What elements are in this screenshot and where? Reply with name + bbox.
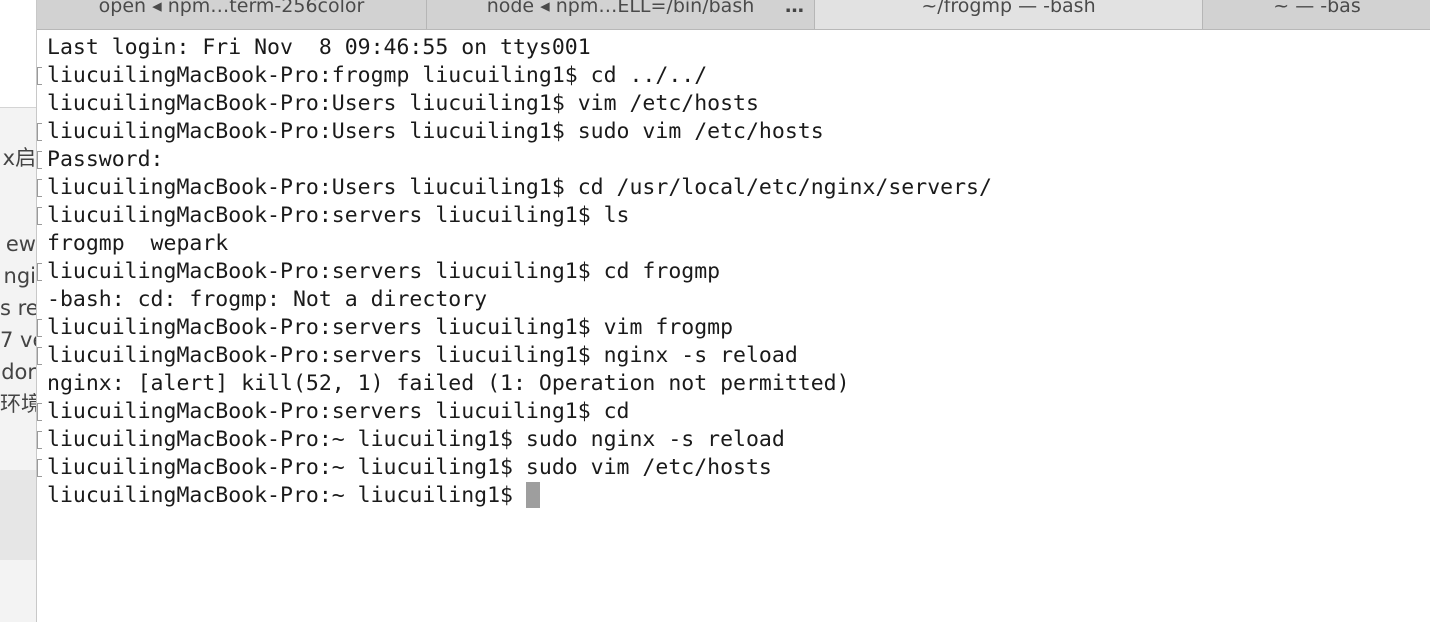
- tab-label: ~ — -bas: [1273, 0, 1361, 17]
- terminal-prompt-line[interactable]: liucuilingMacBook-Pro:~ liucuiling1$: [47, 482, 1430, 510]
- prompt-mark-icon: [37, 459, 42, 477]
- terminal-line: -bash: cd: frogmp: Not a directory: [47, 286, 1430, 314]
- terminal-line-text: liucuilingMacBook-Pro:servers liucuiling…: [47, 343, 798, 368]
- terminal-line-text: frogmp wepark: [47, 231, 229, 256]
- background-text-fragment: 7 ve: [0, 328, 36, 352]
- prompt-mark-icon: [37, 431, 42, 449]
- background-text-fragment: x启: [2, 146, 36, 170]
- terminal-line: liucuilingMacBook-Pro:~ liucuiling1$ sud…: [37, 426, 1430, 454]
- prompt-mark-icon: [37, 263, 42, 281]
- terminal-line: liucuilingMacBook-Pro:Users liucuiling1$…: [47, 90, 1430, 118]
- terminal-window[interactable]: open ◂ npm…term-256color node ◂ npm…ELL=…: [36, 0, 1430, 622]
- tab-frogmp-bash[interactable]: ~/frogmp — -bash: [815, 0, 1203, 29]
- terminal-line-text: liucuilingMacBook-Pro:Users liucuiling1$…: [47, 91, 759, 116]
- background-text-fragment: ngi: [3, 264, 36, 288]
- prompt-mark-icon: [37, 403, 42, 421]
- terminal-line-text: liucuilingMacBook-Pro:servers liucuiling…: [47, 315, 734, 340]
- terminal-line-text: liucuilingMacBook-Pro:Users liucuiling1$…: [47, 119, 824, 144]
- terminal-line: liucuilingMacBook-Pro:servers liucuiling…: [37, 314, 1430, 342]
- background-text-fragment: ew: [5, 232, 36, 256]
- background-window[interactable]: x启 ew ngi s rel 7 ve dor 环境: [0, 0, 36, 622]
- terminal-line-text: liucuilingMacBook-Pro:~ liucuiling1$ sud…: [47, 427, 785, 452]
- terminal-line: liucuilingMacBook-Pro:servers liucuiling…: [37, 258, 1430, 286]
- terminal-line-text: Last login: Fri Nov 8 09:46:55 on ttys00…: [47, 35, 591, 60]
- terminal-line-text: liucuilingMacBook-Pro:Users liucuiling1$…: [47, 175, 992, 200]
- background-window-footer: [0, 470, 36, 560]
- tab-more-icon[interactable]: …: [785, 0, 804, 16]
- tab-label: open ◂ npm…term-256color: [98, 0, 365, 17]
- prompt-mark-icon: [37, 179, 42, 197]
- terminal-line-text: -bash: cd: frogmp: Not a directory: [47, 287, 488, 312]
- terminal-line-text: liucuilingMacBook-Pro:servers liucuiling…: [47, 399, 630, 424]
- terminal-line: liucuilingMacBook-Pro:servers liucuiling…: [37, 202, 1430, 230]
- terminal-line: nginx: [alert] kill(52, 1) failed (1: Op…: [47, 370, 1430, 398]
- background-window-header: [0, 0, 36, 108]
- terminal-line: liucuilingMacBook-Pro:Users liucuiling1$…: [37, 118, 1430, 146]
- tab-open-npm[interactable]: open ◂ npm…term-256color: [37, 0, 427, 29]
- prompt-mark-icon: [37, 67, 42, 85]
- terminal-line: Password:: [37, 146, 1430, 174]
- tab-label: node ◂ npm…ELL=/bin/bash: [486, 0, 755, 17]
- tab-home-bash[interactable]: ~ — -bas: [1203, 0, 1430, 29]
- background-text-fragment: s rel: [0, 296, 36, 320]
- terminal-prompt: liucuilingMacBook-Pro:~ liucuiling1$: [47, 483, 526, 508]
- terminal-line: liucuilingMacBook-Pro:~ liucuiling1$ sud…: [37, 454, 1430, 482]
- prompt-mark-icon: [37, 347, 42, 365]
- terminal-line: Last login: Fri Nov 8 09:46:55 on ttys00…: [47, 34, 1430, 62]
- tab-bar: open ◂ npm…term-256color node ◂ npm…ELL=…: [37, 0, 1430, 30]
- text-cursor: [525, 482, 540, 508]
- background-text-fragment: dor: [1, 360, 36, 384]
- terminal-line-text: liucuilingMacBook-Pro:servers liucuiling…: [47, 259, 721, 284]
- background-text-fragment: 环境: [0, 392, 36, 416]
- terminal-line-text: liucuilingMacBook-Pro:~ liucuiling1$ sud…: [47, 455, 772, 480]
- terminal-line: frogmp wepark: [47, 230, 1430, 258]
- terminal-line-text: liucuilingMacBook-Pro:servers liucuiling…: [47, 203, 630, 228]
- terminal-line: liucuilingMacBook-Pro:servers liucuiling…: [37, 342, 1430, 370]
- terminal-line: liucuilingMacBook-Pro:servers liucuiling…: [37, 398, 1430, 426]
- terminal-line-text: Password:: [47, 147, 164, 172]
- prompt-mark-icon: [37, 319, 42, 337]
- prompt-mark-icon: [37, 207, 42, 225]
- tab-label: ~/frogmp — -bash: [921, 0, 1096, 17]
- prompt-mark-icon: [37, 151, 42, 169]
- terminal-line-text: liucuilingMacBook-Pro:frogmp liucuiling1…: [47, 63, 708, 88]
- terminal-line-text: nginx: [alert] kill(52, 1) failed (1: Op…: [47, 371, 850, 396]
- terminal-line: liucuilingMacBook-Pro:Users liucuiling1$…: [37, 174, 1430, 202]
- tab-node-npm[interactable]: node ◂ npm…ELL=/bin/bash …: [427, 0, 815, 29]
- prompt-mark-icon: [37, 123, 42, 141]
- terminal-output[interactable]: Last login: Fri Nov 8 09:46:55 on ttys00…: [37, 30, 1430, 622]
- background-window-divider: [0, 107, 36, 108]
- terminal-line: liucuilingMacBook-Pro:frogmp liucuiling1…: [37, 62, 1430, 90]
